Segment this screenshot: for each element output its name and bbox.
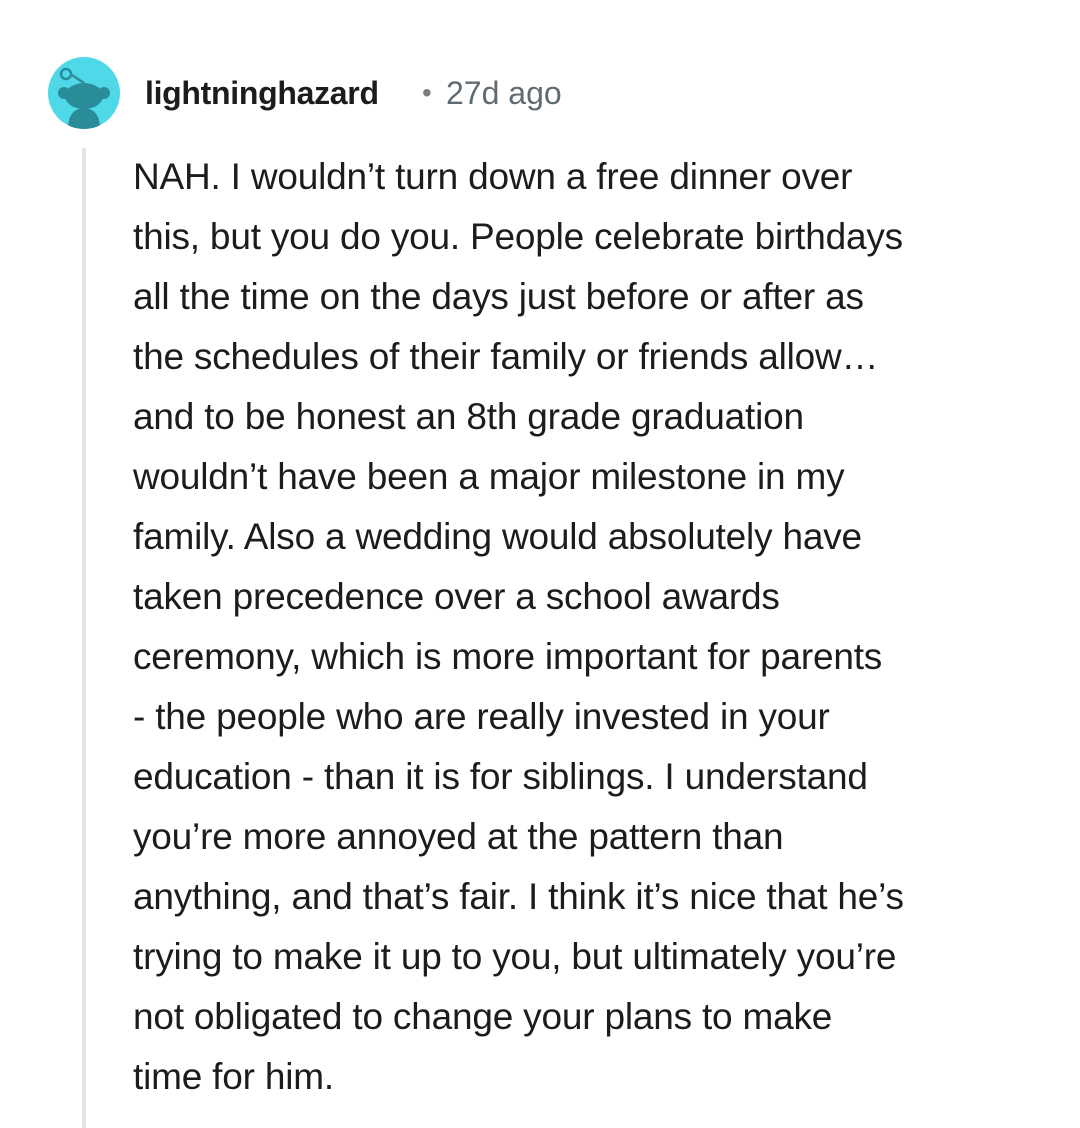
avatar[interactable] bbox=[48, 57, 120, 129]
thread-collapse-line[interactable] bbox=[82, 148, 86, 1128]
comment: lightninghazard • 27d ago NAH. I wouldn’… bbox=[0, 0, 1080, 1128]
reddit-snoo-avatar-icon bbox=[58, 67, 110, 129]
username-link[interactable]: lightninghazard bbox=[145, 73, 379, 113]
comment-body: NAH. I wouldn’t turn down a free dinner … bbox=[133, 156, 904, 1097]
meta-separator: • bbox=[422, 77, 432, 108]
comment-timestamp: 27d ago bbox=[446, 75, 562, 111]
